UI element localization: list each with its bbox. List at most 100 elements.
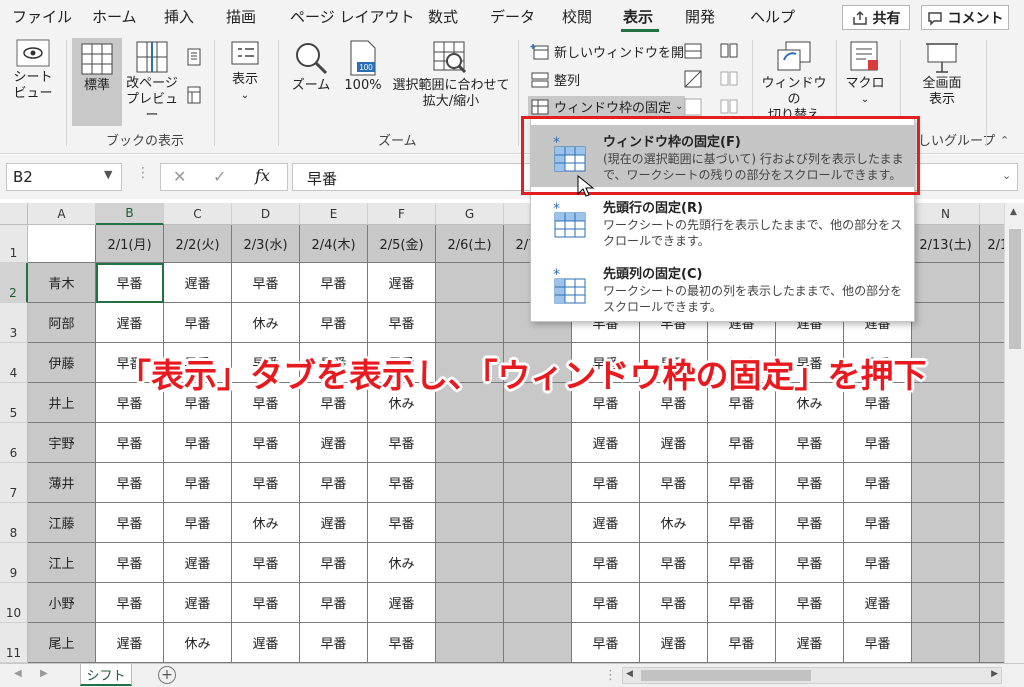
- shift-cell[interactable]: 遅番: [572, 423, 640, 463]
- date-header-cell[interactable]: 2/13(土): [912, 225, 980, 263]
- shift-cell[interactable]: [912, 543, 980, 583]
- normal-view-button[interactable]: 標準: [72, 38, 122, 126]
- staff-name-cell[interactable]: 阿部: [28, 303, 96, 343]
- column-header[interactable]: A: [28, 203, 96, 225]
- shift-cell[interactable]: 遅番: [844, 583, 912, 623]
- tab-review[interactable]: 校閲: [562, 6, 592, 27]
- cancel-icon[interactable]: ✕: [173, 167, 186, 186]
- shift-cell[interactable]: [912, 423, 980, 463]
- shift-cell[interactable]: 遅番: [368, 583, 436, 623]
- shift-cell[interactable]: 早番: [232, 463, 300, 503]
- ribbon-collapse-icon[interactable]: ⌃: [1000, 134, 1009, 147]
- reset-window-position-button[interactable]: [720, 98, 738, 116]
- shift-cell[interactable]: 早番: [776, 583, 844, 623]
- shift-cell[interactable]: 早番: [96, 543, 164, 583]
- share-button[interactable]: 共有: [842, 5, 910, 30]
- shift-cell[interactable]: [912, 303, 980, 343]
- shift-cell[interactable]: 休み: [640, 503, 708, 543]
- staff-name-cell[interactable]: 薄井: [28, 463, 96, 503]
- show-button[interactable]: 表示 ⌄: [222, 40, 268, 104]
- prev-sheet-icon[interactable]: ◀: [14, 668, 22, 679]
- shift-cell[interactable]: 早番: [776, 543, 844, 583]
- tab-home[interactable]: ホーム: [92, 6, 137, 27]
- shift-cell[interactable]: [504, 583, 572, 623]
- tab-help[interactable]: ヘルプ: [750, 6, 795, 27]
- shift-cell[interactable]: 早番: [844, 423, 912, 463]
- tab-page-layout[interactable]: ページ レイアウト: [290, 6, 414, 27]
- shift-cell[interactable]: [504, 503, 572, 543]
- shift-cell[interactable]: 休み: [232, 503, 300, 543]
- row-header[interactable]: 8: [0, 503, 28, 543]
- menu-item-freeze-first-column[interactable]: * 先頭列の固定(C) ワークシートの最初の列を表示したままで、他の部分をスクロ…: [531, 257, 914, 319]
- shift-cell[interactable]: 遅番: [572, 503, 640, 543]
- scroll-left-icon[interactable]: ◀: [626, 669, 633, 679]
- expand-formula-icon[interactable]: ⌄: [1002, 169, 1011, 182]
- custom-view-button[interactable]: [186, 86, 202, 104]
- row-header[interactable]: 6: [0, 423, 28, 463]
- date-header-cell[interactable]: 2/1(月): [96, 225, 164, 263]
- shift-cell[interactable]: 早番: [96, 423, 164, 463]
- horizontal-scrollbar[interactable]: ◀ ▶: [622, 667, 1002, 684]
- shift-cell[interactable]: 遅番: [300, 423, 368, 463]
- date-header-cell[interactable]: [28, 225, 96, 263]
- zoom-100-button[interactable]: 100 100%: [340, 40, 386, 94]
- staff-name-cell[interactable]: 青木: [28, 263, 96, 303]
- row-header[interactable]: 2: [0, 263, 28, 303]
- shift-cell[interactable]: 早番: [300, 303, 368, 343]
- shift-cell[interactable]: [912, 503, 980, 543]
- macros-button[interactable]: マクロ ⌄: [842, 40, 888, 108]
- staff-name-cell[interactable]: 尾上: [28, 623, 96, 663]
- new-window-button[interactable]: 新しいウィンドウを開く: [530, 42, 697, 61]
- shift-cell[interactable]: 早番: [708, 463, 776, 503]
- shift-cell[interactable]: [504, 463, 572, 503]
- shift-cell[interactable]: 早番: [300, 583, 368, 623]
- shift-cell[interactable]: [504, 623, 572, 663]
- shift-cell[interactable]: 早番: [844, 623, 912, 663]
- next-sheet-icon[interactable]: ▶: [40, 668, 48, 679]
- shift-cell[interactable]: 早番: [164, 423, 232, 463]
- shift-cell[interactable]: 早番: [640, 583, 708, 623]
- date-header-cell[interactable]: 2/3(水): [232, 225, 300, 263]
- page-layout-view-button[interactable]: [186, 48, 202, 66]
- row-header[interactable]: 10: [0, 583, 28, 623]
- shift-cell[interactable]: 早番: [572, 463, 640, 503]
- shift-cell[interactable]: 遅番: [96, 303, 164, 343]
- row-header[interactable]: 4: [0, 343, 28, 383]
- shift-cell[interactable]: 遅番: [164, 263, 232, 303]
- column-header[interactable]: G: [436, 203, 504, 225]
- shift-cell[interactable]: 早番: [96, 263, 164, 303]
- shift-cell[interactable]: 早番: [300, 543, 368, 583]
- shift-cell[interactable]: 早番: [300, 263, 368, 303]
- tab-developer[interactable]: 開発: [685, 6, 715, 27]
- date-header-cell[interactable]: 2/5(金): [368, 225, 436, 263]
- shift-cell[interactable]: 休み: [232, 303, 300, 343]
- view-side-by-side-button[interactable]: [720, 42, 738, 60]
- shift-cell[interactable]: [504, 423, 572, 463]
- date-header-cell[interactable]: 2/6(土): [436, 225, 504, 263]
- shift-cell[interactable]: 早番: [844, 543, 912, 583]
- sheet-tab[interactable]: シフト: [80, 664, 132, 686]
- date-header-cell[interactable]: 2/4(木): [300, 225, 368, 263]
- shift-cell[interactable]: 遅番: [164, 583, 232, 623]
- shift-cell[interactable]: [436, 623, 504, 663]
- shift-cell[interactable]: 早番: [232, 263, 300, 303]
- column-header[interactable]: F: [368, 203, 436, 225]
- row-header[interactable]: 5: [0, 383, 28, 423]
- tab-view[interactable]: 表示: [623, 6, 653, 27]
- shift-cell[interactable]: [436, 503, 504, 543]
- staff-name-cell[interactable]: 井上: [28, 383, 96, 423]
- shift-cell[interactable]: 早番: [572, 623, 640, 663]
- row-header[interactable]: 11: [0, 623, 28, 663]
- row-header[interactable]: 7: [0, 463, 28, 503]
- shift-cell[interactable]: 早番: [708, 423, 776, 463]
- shift-cell[interactable]: [436, 303, 504, 343]
- shift-cell[interactable]: 早番: [232, 423, 300, 463]
- staff-name-cell[interactable]: 江上: [28, 543, 96, 583]
- shift-cell[interactable]: [504, 543, 572, 583]
- shift-cell[interactable]: [436, 543, 504, 583]
- shift-cell[interactable]: [912, 263, 980, 303]
- shift-cell[interactable]: 遅番: [232, 623, 300, 663]
- menu-item-freeze-top-row[interactable]: * 先頭行の固定(R) ワークシートの先頭行を表示したままで、他の部分をスクロー…: [531, 191, 914, 253]
- date-header-cell[interactable]: 2/2(火): [164, 225, 232, 263]
- shift-cell[interactable]: 早番: [96, 503, 164, 543]
